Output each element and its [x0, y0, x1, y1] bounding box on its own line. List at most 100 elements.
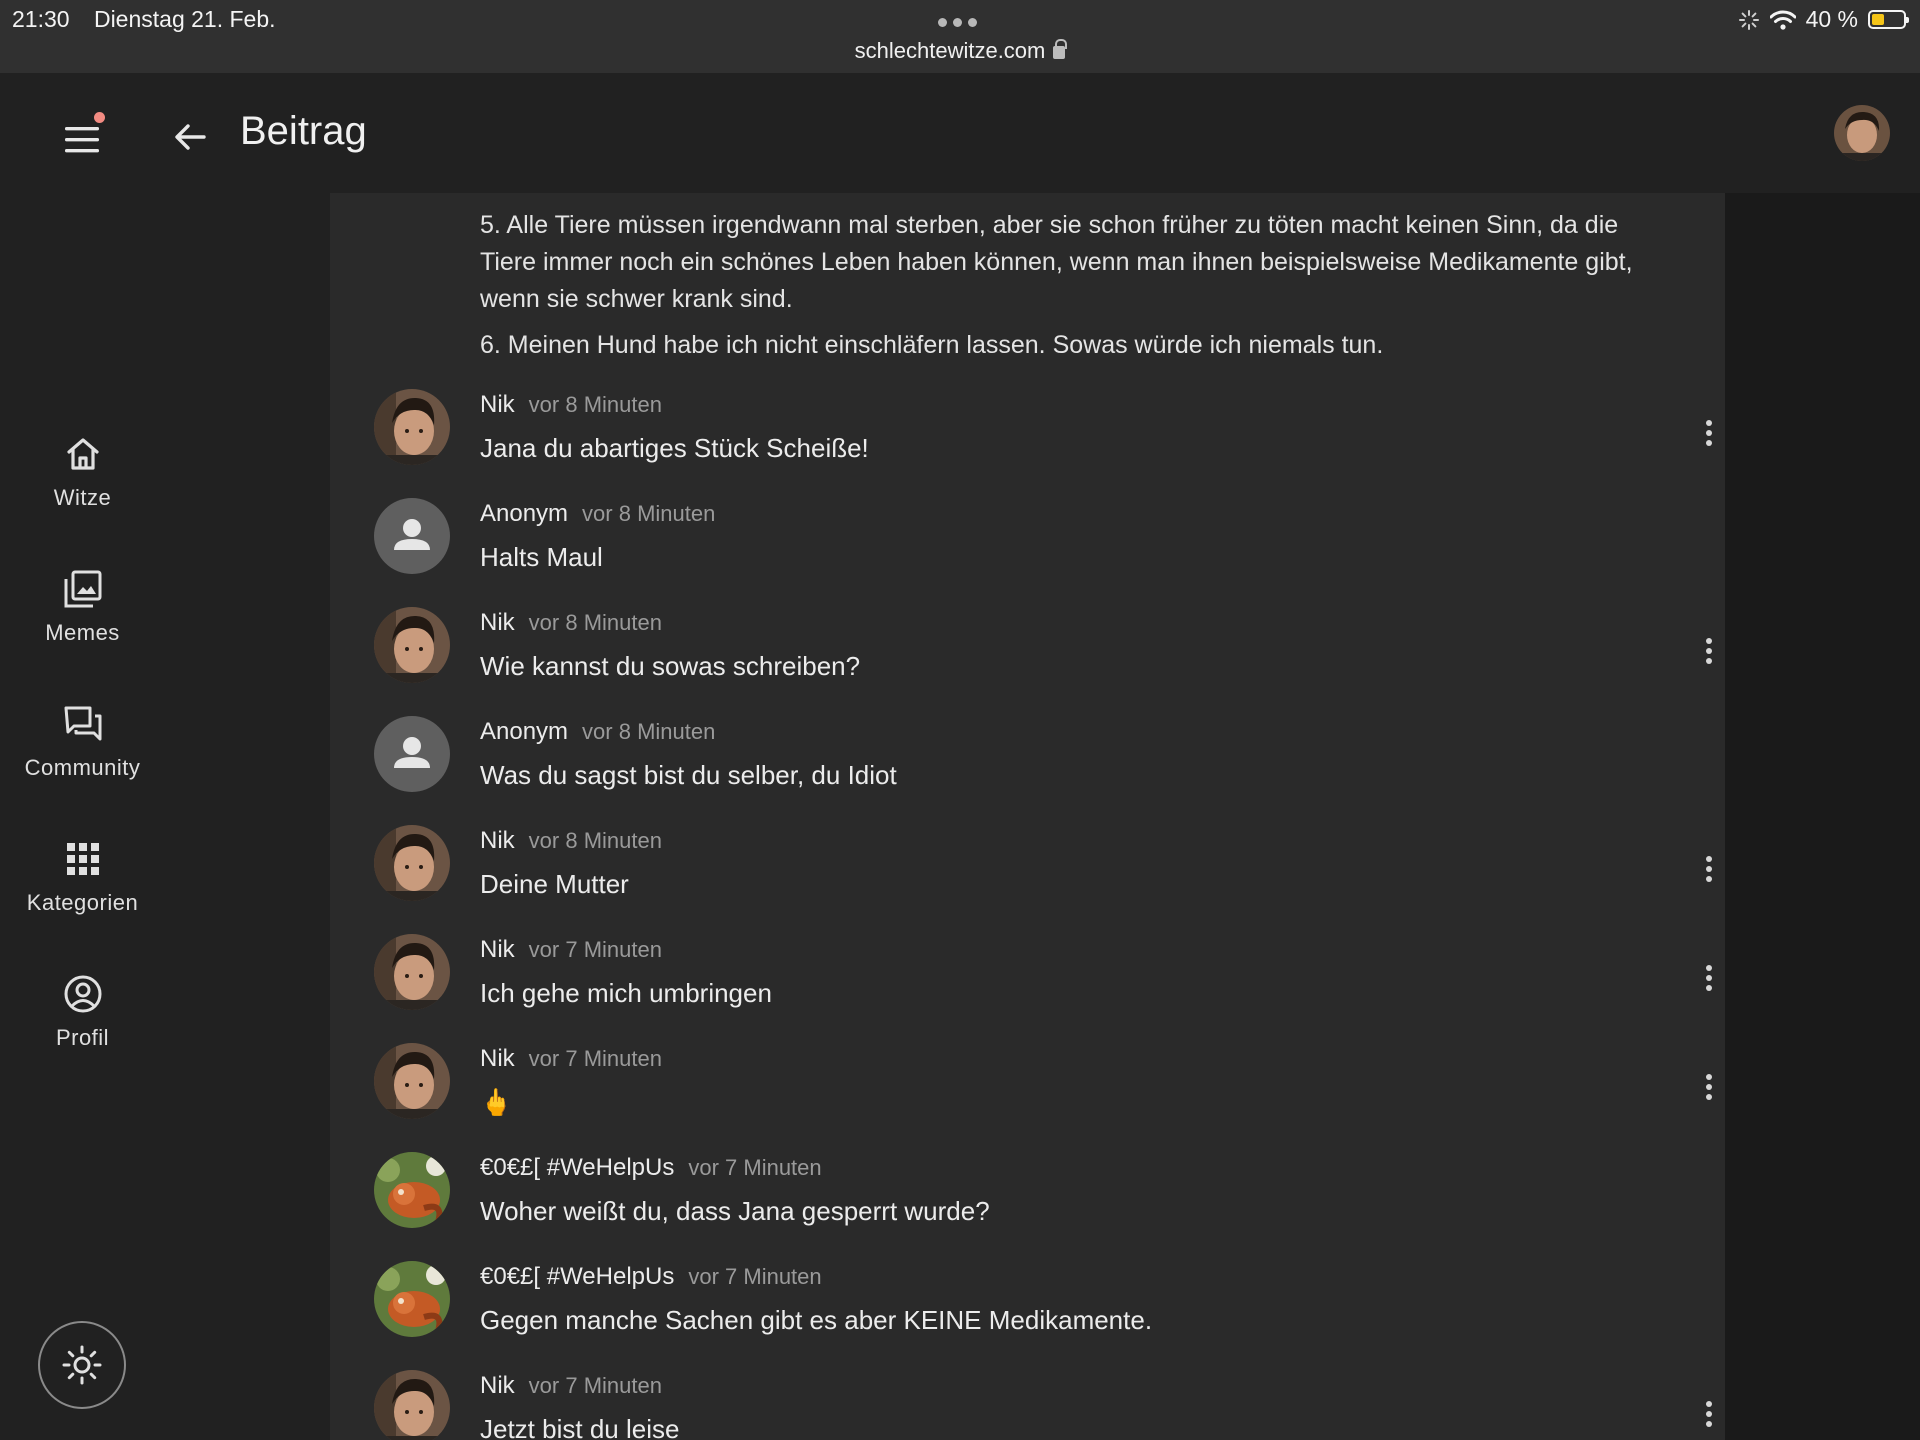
comment-item: Nik vor 8 Minuten Jana du abartiges Stück …	[374, 389, 1712, 489]
comment-avatar[interactable]	[374, 716, 450, 792]
more-options-icon[interactable]	[1694, 958, 1724, 998]
comment-text: Halts Maul	[480, 542, 603, 572]
comment-text: Wie kannst du sowas schreiben?	[480, 651, 861, 681]
wifi-icon	[1769, 10, 1796, 30]
post-point: 5. Alle Tiere müssen irgendwann mal ster…	[480, 211, 1633, 313]
theme-toggle-button[interactable]	[38, 1321, 126, 1409]
sidebar-item-label: Kategorien	[26, 890, 139, 915]
comment-author[interactable]: Nik	[480, 1372, 515, 1399]
sidebar-item-profil[interactable]: Profil	[0, 973, 165, 1083]
more-dots-icon[interactable]	[938, 18, 977, 27]
comment-avatar[interactable]	[374, 934, 450, 1010]
comment-header: Nik vor 7 Minuten	[480, 1372, 662, 1400]
comment-text: Was du sagst bist du selber, du Idiot	[480, 760, 897, 790]
more-options-icon[interactable]	[1694, 849, 1724, 889]
comment-avatar[interactable]	[374, 389, 450, 465]
comment-header: €0€£[ #WeHelpUs vor 7 Minuten	[480, 1154, 822, 1182]
apps-grid-icon	[66, 843, 99, 875]
sidebar-item-label: Witze	[53, 485, 112, 510]
comment-timestamp: vor 7 Minuten	[688, 1264, 822, 1289]
status-date: Dienstag 21. Feb.	[93, 6, 276, 32]
comment-header: Nik vor 8 Minuten	[480, 827, 662, 855]
home-icon	[66, 438, 99, 470]
lock-icon	[1053, 39, 1068, 59]
comment-author[interactable]: Nik	[480, 936, 515, 963]
browser-status-bar: 21:30 Dienstag 21. Feb. schlechtewitze.c…	[0, 0, 1920, 73]
comment-avatar[interactable]	[374, 498, 450, 574]
notification-dot	[94, 112, 105, 123]
sidebar-item-kategorien[interactable]: Kategorien	[0, 838, 165, 948]
comment-avatar[interactable]	[374, 1370, 450, 1440]
comment-text: Jetzt bist du leise	[480, 1414, 680, 1440]
comment-header: Nik vor 7 Minuten	[480, 1045, 662, 1073]
comment-timestamp: vor 7 Minuten	[688, 1155, 822, 1180]
more-options-icon[interactable]	[1694, 631, 1724, 671]
comment-timestamp: vor 8 Minuten	[528, 828, 662, 853]
comment-timestamp: vor 7 Minuten	[528, 1046, 662, 1071]
comment-timestamp: vor 8 Minuten	[582, 719, 716, 744]
sidebar-item-label: Memes	[45, 620, 120, 645]
comment-timestamp: vor 8 Minuten	[528, 610, 662, 635]
comment-author[interactable]: Nik	[480, 391, 515, 418]
comment-timestamp: vor 8 Minuten	[528, 392, 662, 417]
comment-author[interactable]: Nik	[480, 609, 515, 636]
comment-timestamp: vor 7 Minuten	[528, 937, 662, 962]
comment-author[interactable]: Nik	[480, 1045, 515, 1072]
comment-avatar[interactable]	[374, 1261, 450, 1337]
battery-percent: 40 %	[1805, 6, 1858, 32]
comment-avatar[interactable]	[374, 1152, 450, 1228]
loading-spinner-icon	[1738, 9, 1759, 30]
comment-item: Anonym vor 8 Minuten Halts Maul	[374, 498, 1704, 598]
comment-header: Nik vor 8 Minuten	[480, 391, 662, 419]
battery-icon	[1868, 10, 1909, 29]
app-header: Beitrag	[0, 73, 1920, 193]
comment-header: Nik vor 8 Minuten	[480, 609, 662, 637]
page-title: Beitrag	[240, 109, 367, 153]
comment-item: Nik vor 8 Minuten Wie kannst du sowas schr…	[374, 607, 1712, 707]
comment-timestamp: vor 7 Minuten	[528, 1373, 662, 1398]
photo-library-icon	[64, 570, 101, 608]
comment-text: Deine Mutter	[480, 869, 629, 899]
forum-icon	[64, 706, 101, 741]
comment-author[interactable]: Anonym	[480, 718, 568, 745]
sidebar-item-label: Community	[24, 755, 141, 780]
sidebar-item-community[interactable]: Community	[0, 703, 165, 813]
user-avatar[interactable]	[1834, 105, 1890, 161]
comment-author[interactable]: €0€£[ #WeHelpUs	[480, 1154, 674, 1181]
comment-author[interactable]: Nik	[480, 827, 515, 854]
comment-text: Gegen manche Sachen gibt es aber KEINE M…	[480, 1305, 1153, 1335]
comment-avatar[interactable]	[374, 825, 450, 901]
sidebar: Witze Memes Community Kategorien Profil	[0, 193, 330, 1440]
more-options-icon[interactable]	[1694, 413, 1724, 453]
comment-item: €0€£[ #WeHelpUs vor 7 Minuten Woher weißt …	[374, 1152, 1704, 1252]
sun-icon	[62, 1345, 102, 1385]
comment-header: €0€£[ #WeHelpUs vor 7 Minuten	[480, 1263, 822, 1291]
status-time-date: 21:30 Dienstag 21. Feb.	[12, 6, 294, 33]
hamburger-menu-icon[interactable]	[58, 117, 106, 165]
status-indicators: 40 %	[1738, 6, 1909, 33]
sidebar-item-witze[interactable]: Witze	[0, 433, 165, 543]
comment-item: Anonym vor 8 Minuten Was du sagst bist du …	[374, 716, 1704, 816]
post-content: 5. Alle Tiere müssen irgendwann mal ster…	[330, 193, 1725, 1440]
comment-header: Nik vor 7 Minuten	[480, 936, 662, 964]
comment-text: 🖕	[480, 1087, 513, 1117]
back-arrow-icon[interactable]	[166, 113, 214, 161]
more-options-icon[interactable]	[1694, 1394, 1724, 1434]
comment-text: Ich gehe mich umbringen	[480, 978, 772, 1008]
url-text[interactable]: schlechtewitze.com	[855, 38, 1046, 63]
comment-timestamp: vor 8 Minuten	[582, 501, 716, 526]
comment-item: Nik vor 7 Minuten Jetzt bist du leise	[374, 1370, 1712, 1440]
status-time: 21:30	[12, 6, 70, 32]
sidebar-item-label: Profil	[55, 1025, 110, 1050]
comment-item: €0€£[ #WeHelpUs vor 7 Minuten Gegen manche…	[374, 1261, 1704, 1361]
comment-author[interactable]: Anonym	[480, 500, 568, 527]
comment-author[interactable]: €0€£[ #WeHelpUs	[480, 1263, 674, 1290]
url-bar[interactable]: schlechtewitze.com	[0, 38, 1920, 64]
comment-header: Anonym vor 8 Minuten	[480, 718, 715, 746]
sidebar-item-memes[interactable]: Memes	[0, 568, 165, 678]
comment-avatar[interactable]	[374, 1043, 450, 1119]
comment-header: Anonym vor 8 Minuten	[480, 500, 715, 528]
comment-avatar[interactable]	[374, 607, 450, 683]
more-options-icon[interactable]	[1694, 1067, 1724, 1107]
account-circle-icon	[64, 975, 101, 1013]
